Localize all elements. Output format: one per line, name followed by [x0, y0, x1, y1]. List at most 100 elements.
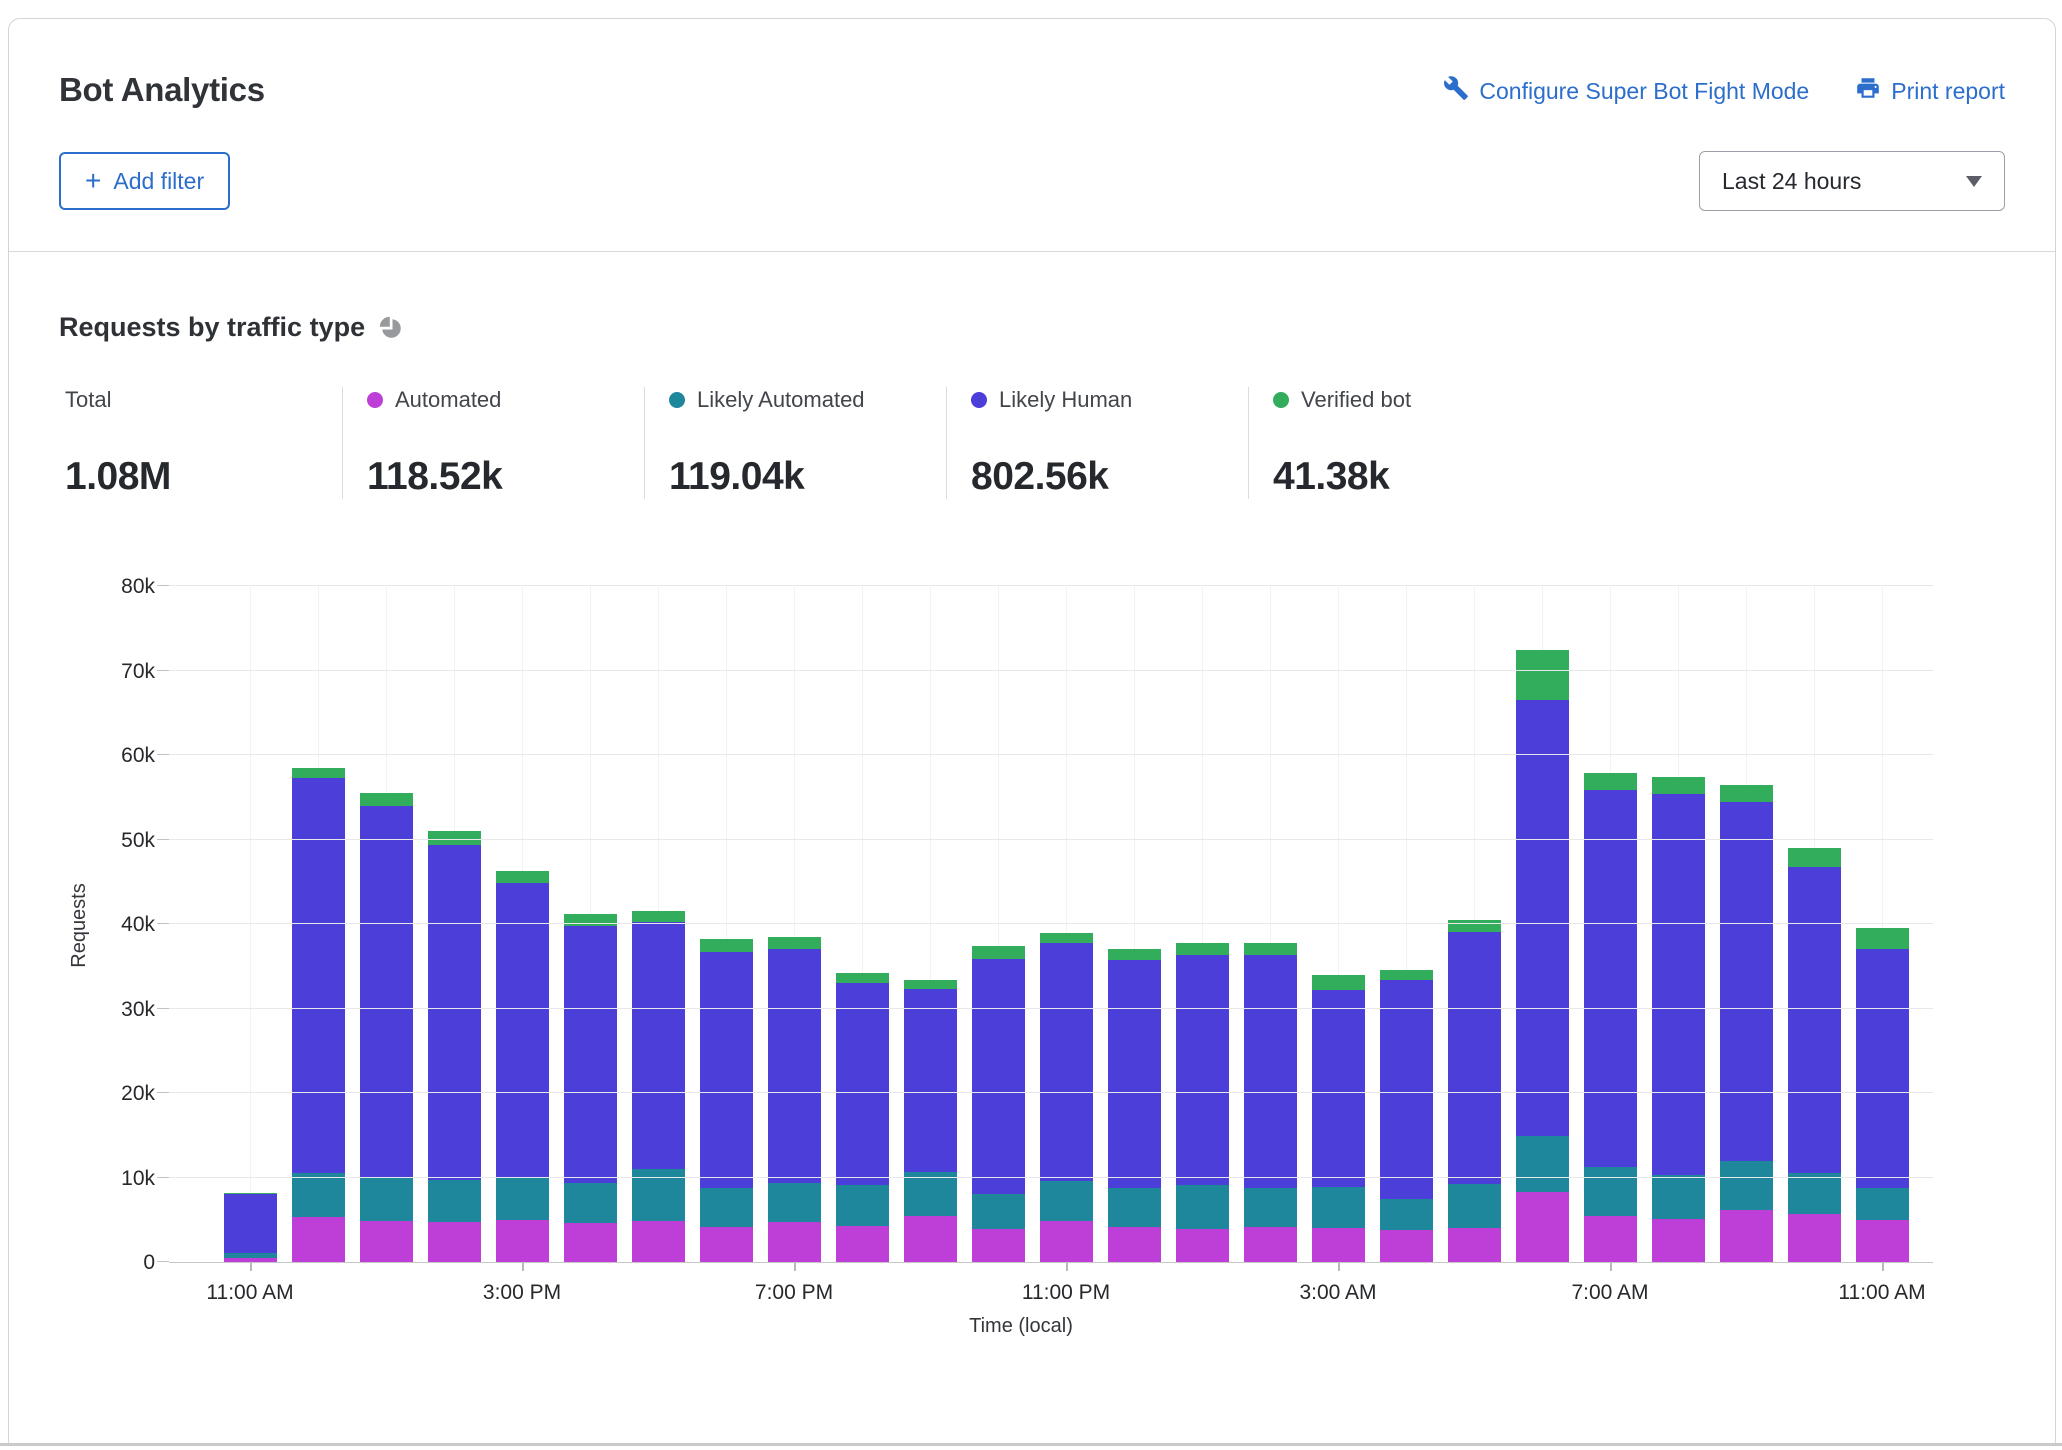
add-filter-button[interactable]: + Add filter	[59, 152, 230, 210]
automated-segment	[1788, 1214, 1841, 1262]
stacked-bar-12-00-pm[interactable]	[292, 768, 345, 1262]
y-tick-mark	[157, 1261, 169, 1262]
vertical-gridline	[250, 587, 251, 1262]
stat-total: Total 1.08M	[59, 387, 342, 499]
stacked-bar-4-00-am[interactable]	[1380, 970, 1433, 1262]
stat-likely-human: Likely Human 802.56k	[946, 387, 1248, 499]
likely-automated-segment	[360, 1178, 413, 1222]
stat-likely-human-value: 802.56k	[971, 455, 1248, 499]
likely-automated-segment	[1448, 1184, 1501, 1228]
likely-automated-segment	[1788, 1173, 1841, 1214]
likely-automated-segment	[496, 1178, 549, 1219]
bar-slot	[1576, 587, 1644, 1262]
stacked-bar-7-00-am[interactable]	[1584, 773, 1637, 1262]
plot-area	[169, 587, 1933, 1263]
stacked-bar-11-00-pm[interactable]	[1040, 933, 1093, 1262]
stacked-bar-4-00-pm[interactable]	[564, 914, 617, 1262]
likely-automated-segment	[700, 1188, 753, 1227]
likely-human-segment	[972, 959, 1025, 1195]
stacked-bar-12-00-am[interactable]	[1108, 949, 1161, 1262]
stacked-bar-6-00-am[interactable]	[1516, 650, 1569, 1262]
stacked-bar-5-00-pm[interactable]	[632, 911, 685, 1262]
automated-segment	[700, 1227, 753, 1262]
configure-super-bot-fight-mode-link[interactable]: Configure Super Bot Fight Mode	[1443, 75, 1809, 107]
stacked-bar-1-00-am[interactable]	[1176, 943, 1229, 1262]
print-report-link[interactable]: Print report	[1855, 75, 2005, 107]
horizontal-gridline	[169, 754, 1933, 755]
stacked-bar-1-00-pm[interactable]	[360, 793, 413, 1262]
stacked-bar-8-00-pm[interactable]	[836, 973, 889, 1262]
likely-automated-segment	[1244, 1188, 1297, 1228]
requests-by-traffic-type-chart: Requests 010k20k30k40k50k60k70k80k 11:00…	[59, 587, 2005, 1359]
y-axis-title: Requests	[68, 883, 91, 968]
x-axis-title: Time (local)	[969, 1315, 1073, 1338]
stacked-bar-2-00-am[interactable]	[1244, 943, 1297, 1262]
bar-slot	[1644, 587, 1712, 1262]
verified-bot-segment	[496, 871, 549, 884]
stacked-bar-11-00-am[interactable]	[224, 1193, 277, 1262]
add-filter-label: Add filter	[113, 168, 204, 195]
stat-likely-human-label: Likely Human	[999, 387, 1132, 413]
verified-bot-segment	[1176, 943, 1229, 955]
automated-segment	[632, 1221, 685, 1262]
horizontal-gridline	[169, 1008, 1933, 1009]
automated-segment	[904, 1216, 957, 1262]
likely-human-segment	[360, 806, 413, 1178]
stat-automated-label: Automated	[395, 387, 501, 413]
bar-slot	[556, 587, 624, 1262]
bar-slot	[352, 587, 420, 1262]
verified-bot-segment	[632, 911, 685, 923]
automated-segment	[972, 1229, 1025, 1262]
likely-automated-segment	[564, 1183, 617, 1224]
likely-automated-segment	[1108, 1188, 1161, 1227]
stacked-bar-9-00-pm[interactable]	[904, 980, 957, 1262]
stacked-bar-11-00-am[interactable]	[1856, 928, 1909, 1262]
configure-link-label: Configure Super Bot Fight Mode	[1479, 78, 1809, 105]
likely-human-segment	[496, 883, 549, 1178]
stacked-bar-3-00-pm[interactable]	[496, 871, 549, 1262]
automated-segment	[1380, 1230, 1433, 1262]
likely-human-segment	[632, 922, 685, 1169]
likely-automated-segment	[1312, 1187, 1365, 1228]
automated-segment	[564, 1223, 617, 1262]
x-tick-label: 11:00 AM	[1838, 1281, 1925, 1305]
x-tick-label: 11:00 PM	[1022, 1281, 1110, 1305]
y-axis-tick-labels: 010k20k30k40k50k60k70k80k	[99, 587, 169, 1263]
likely-automated-segment	[1720, 1161, 1773, 1209]
likely-human-segment	[1176, 955, 1229, 1185]
stacked-bar-2-00-pm[interactable]	[428, 831, 481, 1262]
stat-verified-bot-label: Verified bot	[1301, 387, 1411, 413]
y-tick-label: 60k	[121, 744, 155, 768]
horizontal-gridline	[169, 670, 1933, 671]
stacked-bar-3-00-am[interactable]	[1312, 975, 1365, 1262]
bar-slot	[964, 587, 1032, 1262]
likely-automated-legend-dot	[669, 392, 685, 408]
bar-slot	[284, 587, 352, 1262]
plus-icon: +	[85, 167, 101, 195]
time-range-value: Last 24 hours	[1722, 168, 1861, 195]
stacked-bar-8-00-am[interactable]	[1652, 777, 1705, 1262]
horizontal-gridline	[169, 839, 1933, 840]
horizontal-gridline	[169, 923, 1933, 924]
time-range-select[interactable]: Last 24 hours	[1699, 151, 2005, 211]
stacked-bar-6-00-pm[interactable]	[700, 939, 753, 1262]
bar-slot	[420, 587, 488, 1262]
y-tick-mark	[157, 839, 169, 840]
stacked-bar-10-00-pm[interactable]	[972, 946, 1025, 1262]
automated-segment	[1584, 1216, 1637, 1262]
automated-segment	[1448, 1228, 1501, 1262]
x-tick-label: 3:00 AM	[1299, 1281, 1376, 1305]
likely-automated-segment	[836, 1185, 889, 1226]
bar-slot	[1032, 587, 1100, 1262]
y-tick-label: 20k	[121, 1082, 155, 1106]
verified-bot-segment	[972, 946, 1025, 959]
stacked-bar-9-00-am[interactable]	[1720, 785, 1773, 1262]
stacked-bar-10-00-am[interactable]	[1788, 848, 1841, 1262]
verified-bot-segment	[292, 768, 345, 778]
likely-human-segment	[1652, 794, 1705, 1175]
stacked-bar-7-00-pm[interactable]	[768, 937, 821, 1262]
y-tick-label: 80k	[121, 575, 155, 599]
automated-segment	[428, 1222, 481, 1262]
horizontal-gridline	[169, 1092, 1933, 1093]
stacked-bar-5-00-am[interactable]	[1448, 920, 1501, 1262]
